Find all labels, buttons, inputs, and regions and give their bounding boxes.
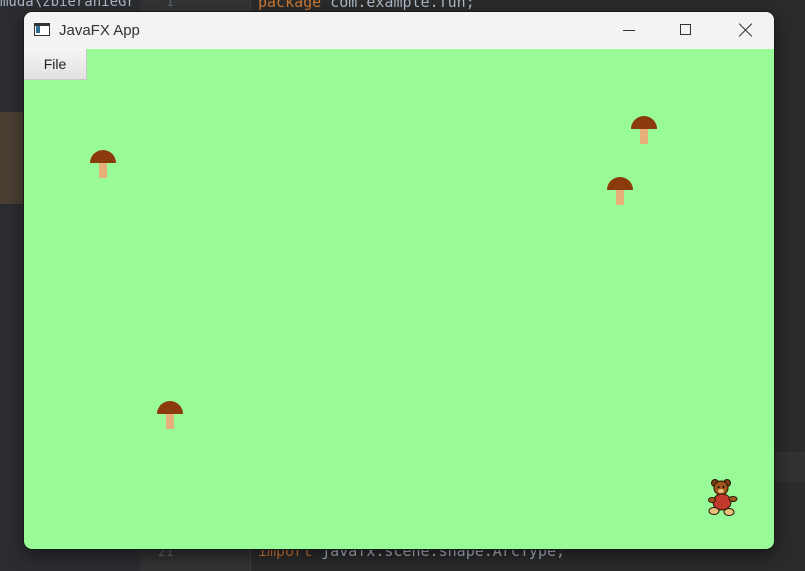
ide-code-text: com.example.fun; (321, 0, 475, 11)
minimize-button[interactable] (600, 12, 657, 49)
close-button[interactable] (714, 12, 774, 49)
ide-selection-highlight (0, 112, 24, 204)
ide-keyword: package (258, 0, 322, 11)
mushroom-icon (157, 401, 183, 431)
mushroom-stem (616, 190, 624, 205)
window-title: JavaFX App (59, 22, 140, 39)
teddy-bear-sprite (708, 479, 738, 516)
maximize-icon (680, 24, 691, 35)
ide-code-line-top: package com.example.fun; (258, 0, 475, 11)
mushroom-cap (157, 401, 183, 414)
mushroom-cap (607, 177, 633, 190)
minimize-icon (623, 30, 635, 31)
mushroom-stem (99, 163, 107, 178)
maximize-button[interactable] (657, 12, 714, 49)
app-window: JavaFX App File (24, 12, 774, 549)
java-app-icon (34, 23, 50, 36)
close-icon (738, 22, 753, 37)
menu-bar: File (24, 49, 774, 80)
mushroom-icon (607, 177, 633, 207)
ide-current-line-band (774, 452, 805, 482)
mushroom-cap (631, 116, 657, 129)
ide-line-number-top: 1 (166, 0, 174, 10)
mushroom-icon (90, 150, 116, 180)
ide-project-path: muda\zbieranieGr (0, 0, 135, 10)
mushroom-stem (640, 129, 648, 144)
mushroom-cap (90, 150, 116, 163)
mushroom-icon (631, 116, 657, 146)
menu-file[interactable]: File (24, 49, 87, 80)
title-bar[interactable]: JavaFX App (24, 12, 774, 49)
mushroom-stem (166, 414, 174, 429)
